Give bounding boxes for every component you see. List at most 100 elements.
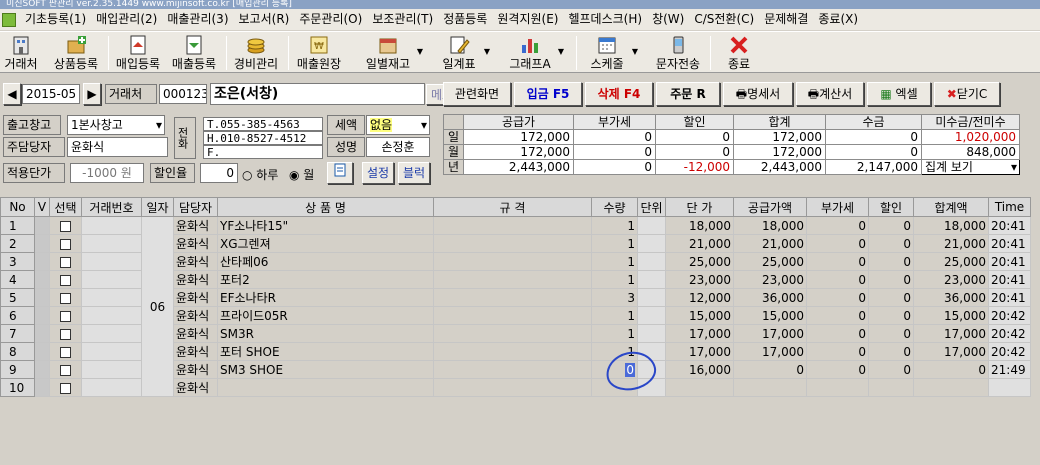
- menu-exit[interactable]: 종료(X): [813, 9, 863, 30]
- tb-product-button[interactable]: 상품등록: [50, 33, 102, 73]
- tb-daily-stock-button[interactable]: 일별재고 ▼: [362, 33, 423, 73]
- row-checkbox[interactable]: [60, 256, 71, 268]
- name-field[interactable]: 손정훈: [366, 137, 430, 157]
- statement-button[interactable]: 🖶명세서: [723, 82, 793, 106]
- col-total[interactable]: 합계액: [913, 197, 989, 217]
- col-discount[interactable]: 할인: [868, 197, 914, 217]
- menu-aux[interactable]: 보조관리(T): [367, 9, 438, 30]
- chevron-down-icon[interactable]: ▾: [1011, 160, 1017, 174]
- tb-sms-button[interactable]: 문자전송: [652, 33, 704, 73]
- row-checkbox[interactable]: [60, 328, 71, 340]
- row-checkbox[interactable]: [60, 364, 71, 376]
- partner-name-field[interactable]: 조은(서창): [210, 83, 425, 105]
- col-unit[interactable]: 단위: [637, 197, 666, 217]
- partner-code-field[interactable]: 000123: [159, 84, 207, 104]
- discount-label: 할인율: [150, 163, 195, 183]
- toolbar-separator: [710, 36, 711, 70]
- row-checkbox[interactable]: [60, 274, 71, 286]
- summary-cell: 848,000: [921, 144, 1020, 160]
- tax-select[interactable]: 없음 ▾: [366, 115, 430, 135]
- ledger-icon: ₩: [310, 36, 328, 54]
- menu-window[interactable]: 창(W): [647, 9, 689, 30]
- order-button[interactable]: 주문 R: [656, 82, 720, 106]
- name-label: 성명: [327, 137, 365, 157]
- related-screen-button[interactable]: 관련화면: [443, 82, 511, 106]
- menu-license[interactable]: 정품등록: [438, 9, 492, 30]
- summary-cell: 0: [573, 159, 656, 175]
- row-checkbox[interactable]: [60, 346, 71, 358]
- tb-partner-button[interactable]: 거래처: [2, 33, 40, 73]
- discount-field[interactable]: 0: [200, 163, 238, 183]
- menu-purchase[interactable]: 매입관리(2): [91, 9, 162, 30]
- menu-troubleshoot[interactable]: 문제해결: [759, 9, 813, 30]
- fax-field[interactable]: F.: [203, 145, 323, 159]
- menu-helpdesk[interactable]: 헬프데스크(H): [563, 9, 647, 30]
- menu-report[interactable]: 보고서(R): [234, 9, 295, 30]
- toolbar-separator: [226, 36, 227, 70]
- tel-field[interactable]: T.055-385-4563: [203, 117, 323, 131]
- warehouse-select[interactable]: 1본사창고 ▾: [67, 115, 165, 135]
- summary-view-select[interactable]: 집계 보기 ▾: [921, 159, 1020, 175]
- summary-cell: 0: [573, 144, 656, 160]
- tb-exit-button[interactable]: 종료: [720, 33, 758, 73]
- sales-doc-icon: [186, 35, 202, 55]
- row-checkbox[interactable]: [60, 292, 71, 304]
- col-price[interactable]: 단 가: [665, 197, 734, 217]
- tb-graph-button[interactable]: 그래프A ▼: [505, 33, 564, 73]
- tb-purchase-button[interactable]: 매입등록: [113, 33, 163, 73]
- calendar-icon: [598, 37, 616, 54]
- col-v[interactable]: V: [34, 197, 50, 217]
- chevron-down-icon[interactable]: ▾: [421, 116, 427, 134]
- block-button[interactable]: 블럭: [398, 162, 430, 184]
- col-date[interactable]: 일자: [141, 197, 174, 217]
- chevron-down-icon[interactable]: ▾: [156, 116, 162, 134]
- delete-button[interactable]: 삭제 F4: [585, 82, 653, 106]
- excel-button[interactable]: ▦ 엑셀: [867, 82, 931, 106]
- menu-remote[interactable]: 원격지원(E): [492, 9, 563, 30]
- settings-button[interactable]: 설정: [362, 162, 394, 184]
- row-checkbox[interactable]: [60, 382, 71, 394]
- dropdown-arrow-icon[interactable]: ▼: [558, 47, 564, 56]
- col-no[interactable]: No: [0, 197, 35, 217]
- col-qty[interactable]: 수량: [591, 197, 638, 217]
- row-checkbox[interactable]: [60, 220, 71, 232]
- col-manager[interactable]: 담당자: [173, 197, 218, 217]
- dropdown-arrow-icon[interactable]: ▼: [484, 47, 490, 56]
- summary-cell: 2,147,000: [825, 159, 922, 175]
- col-supply[interactable]: 공급가액: [733, 197, 807, 217]
- radio-month[interactable]: ◉ 월: [289, 166, 314, 183]
- next-month-button[interactable]: ▶: [83, 83, 101, 105]
- tb-expense-button[interactable]: 경비관리: [230, 33, 282, 73]
- tb-daily-report-button[interactable]: 일계표 ▼: [437, 33, 490, 73]
- prev-month-button[interactable]: ◀: [3, 83, 21, 105]
- col-spec[interactable]: 규 격: [433, 197, 592, 217]
- manager-field[interactable]: 윤화식: [67, 137, 168, 157]
- price-field[interactable]: -1000 원: [70, 163, 144, 183]
- attach-button[interactable]: [327, 162, 353, 184]
- menu-basic[interactable]: 기초등록(1): [20, 9, 91, 30]
- hp-field[interactable]: H.010-8527-4512: [203, 131, 323, 145]
- tb-sales-ledger-button[interactable]: ₩ 매출원장: [292, 33, 346, 73]
- tb-schedule-button[interactable]: 스케줄 ▼: [585, 33, 638, 73]
- dropdown-arrow-icon[interactable]: ▼: [417, 47, 423, 56]
- month-field[interactable]: 2015-05: [22, 84, 80, 104]
- col-time[interactable]: Time: [988, 197, 1031, 217]
- row-checkbox[interactable]: [60, 238, 71, 250]
- menu-sales[interactable]: 매출관리(3): [162, 9, 233, 30]
- menu-cs[interactable]: C/S전환(C): [689, 9, 759, 30]
- detail-grid: No V 선택 거래번호 일자 담당자 상 품 명 규 격 수량 단위 단 가 …: [0, 197, 1031, 397]
- deposit-button[interactable]: 입금 F5: [514, 82, 582, 106]
- col-trade-no[interactable]: 거래번호: [81, 197, 142, 217]
- row-checkbox[interactable]: [60, 310, 71, 322]
- radio-day[interactable]: ○ 하루: [242, 166, 278, 183]
- col-product[interactable]: 상 품 명: [217, 197, 434, 217]
- close-button[interactable]: ✖닫기C: [934, 82, 1000, 106]
- col-select[interactable]: 선택: [49, 197, 82, 217]
- printer-icon: 🖶: [807, 87, 820, 101]
- menu-order[interactable]: 주문관리(O): [294, 9, 367, 30]
- dropdown-arrow-icon[interactable]: ▼: [632, 47, 638, 56]
- table-row[interactable]: 1 06 윤화식 YF소나타15" 1 18,000 18,000 0 0 18…: [0, 216, 1031, 397]
- tb-sales-button[interactable]: 매출등록: [168, 33, 220, 73]
- invoice-button[interactable]: 🖶계산서: [796, 82, 864, 106]
- col-vat[interactable]: 부가세: [806, 197, 869, 217]
